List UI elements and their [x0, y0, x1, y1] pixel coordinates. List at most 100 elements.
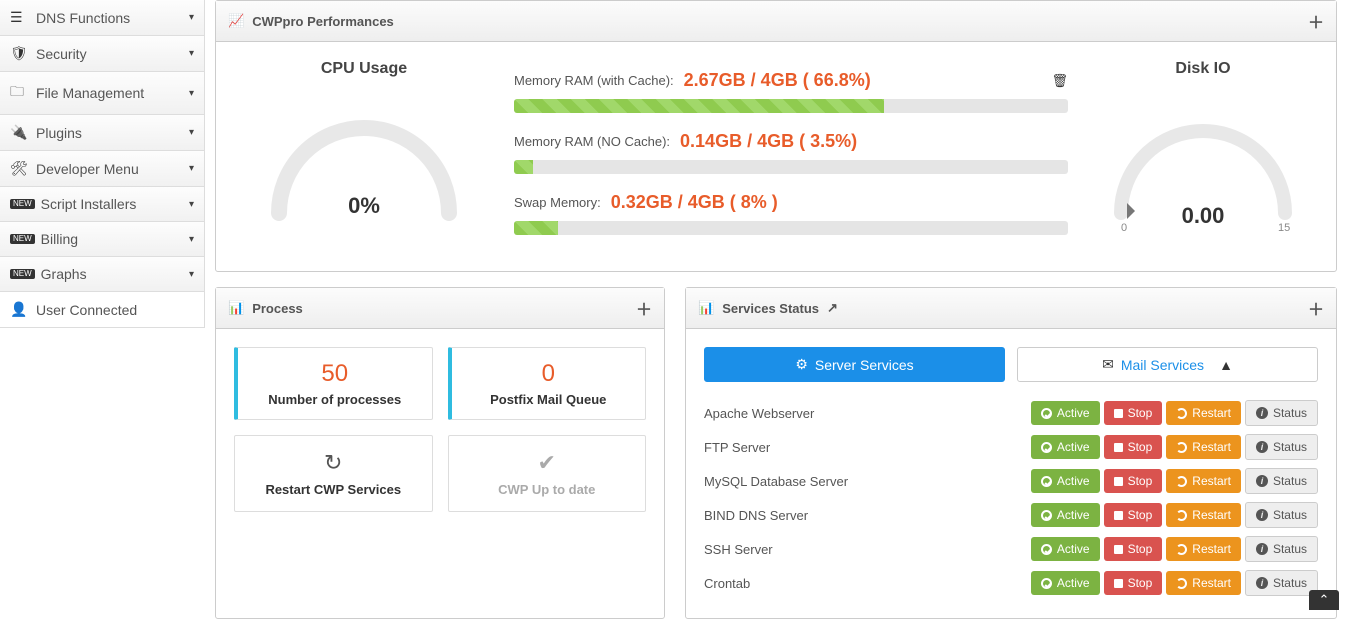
sidebar-item-billing[interactable]: NEWBilling▾ [0, 222, 205, 257]
info-icon: i [1256, 407, 1268, 419]
action-label: CWP Up to date [449, 482, 646, 497]
restart-button[interactable]: Restart [1166, 503, 1241, 527]
panel-head-performances: 📈 CWPpro Performances ＋ [216, 1, 1336, 42]
restart-button[interactable]: Restart [1166, 469, 1241, 493]
active-button[interactable]: Active [1031, 435, 1100, 459]
disk-min: 0 [1121, 222, 1127, 233]
stat-num: 50 [238, 360, 432, 388]
info-icon: i [1256, 509, 1268, 521]
shield-icon: 🛡 [10, 45, 28, 62]
active-button[interactable]: Active [1031, 401, 1100, 425]
service-name: BIND DNS Server [704, 508, 1027, 523]
sidebar-item-label: DNS Functions [36, 10, 130, 26]
sidebar: ☰DNS Functions▾ 🛡Security▾ 🗀File Managem… [0, 0, 205, 328]
status-button[interactable]: iStatus [1245, 570, 1318, 596]
external-link-icon[interactable]: ↗ [827, 300, 838, 316]
stat-processes[interactable]: 50 Number of processes [234, 347, 433, 420]
panel-head-services: 📊 Services Status ↗ ＋ [686, 288, 1336, 329]
tab-mail-services[interactable]: ✉ Mail Services ▲ [1017, 347, 1318, 382]
user-icon: 👤 [10, 301, 28, 318]
active-button[interactable]: Active [1031, 537, 1100, 561]
restart-button[interactable]: Restart [1166, 435, 1241, 459]
chart-line-icon: 📈 [228, 13, 244, 29]
sidebar-item-label: Developer Menu [36, 161, 139, 177]
status-button[interactable]: iStatus [1245, 400, 1318, 426]
panel-title: Services Status [722, 301, 819, 316]
active-button[interactable]: Active [1031, 469, 1100, 493]
disk-title: Disk IO [1088, 60, 1318, 78]
sidebar-item-file-management[interactable]: 🗀File Management▾ [0, 72, 205, 115]
panel-title: Process [252, 301, 303, 316]
sidebar-item-label: File Management [36, 85, 144, 101]
sidebar-item-label: Security [36, 46, 87, 62]
stop-icon [1114, 579, 1123, 588]
sidebar-item-security[interactable]: 🛡Security▾ [0, 36, 205, 72]
action-restart-cwp[interactable]: ↻ Restart CWP Services [234, 435, 433, 512]
caret-icon: ▾ [189, 88, 194, 99]
active-button[interactable]: Active [1031, 503, 1100, 527]
panel-head-process: 📊 Process ＋ [216, 288, 664, 329]
refresh-icon [1176, 408, 1187, 419]
service-name: MySQL Database Server [704, 474, 1027, 489]
mem-cache-bar [514, 99, 1068, 113]
check-circle-icon [1041, 408, 1052, 419]
check-icon: ✔ [449, 450, 646, 476]
status-button[interactable]: iStatus [1245, 468, 1318, 494]
stop-button[interactable]: Stop [1104, 401, 1163, 425]
new-badge-icon: NEW [10, 199, 35, 209]
swap-bar [514, 221, 1068, 235]
sidebar-item-script-installers[interactable]: NEWScript Installers▾ [0, 187, 205, 222]
sidebar-item-graphs[interactable]: NEW Graphs ▾ [0, 257, 205, 292]
service-name: Crontab [704, 576, 1027, 591]
expand-icon[interactable]: ＋ [636, 296, 652, 320]
stop-icon [1114, 409, 1123, 418]
status-button[interactable]: iStatus [1245, 536, 1318, 562]
status-button[interactable]: iStatus [1245, 502, 1318, 528]
caret-icon: ▾ [189, 269, 194, 280]
sidebar-item-label: Plugins [36, 125, 82, 141]
stop-icon [1114, 545, 1123, 554]
mem-cache-bar-fill [514, 99, 884, 113]
sidebar-item-user-connected[interactable]: 👤User Connected [0, 292, 205, 328]
main-content: 📈 CWPpro Performances ＋ CPU Usage 0% Mem… [215, 0, 1337, 634]
swap-label: Swap Memory: [514, 195, 601, 210]
service-row: FTP ServerActiveStopRestartiStatus [704, 430, 1318, 464]
check-circle-icon [1041, 476, 1052, 487]
service-row: BIND DNS Server ActiveStopRestartiStatus [704, 498, 1318, 532]
panel-process: 📊 Process ＋ 50 Number of processes 0 Pos… [215, 287, 665, 619]
sidebar-item-dns[interactable]: ☰DNS Functions▾ [0, 0, 205, 36]
stat-mail-queue[interactable]: 0 Postfix Mail Queue [448, 347, 647, 420]
restart-button[interactable]: Restart [1166, 571, 1241, 595]
sidebar-item-plugins[interactable]: 🔌Plugins▾ [0, 115, 205, 151]
refresh-icon [1176, 578, 1187, 589]
expand-icon[interactable]: ＋ [1308, 296, 1324, 320]
expand-icon[interactable]: ＋ [1308, 9, 1324, 33]
new-badge-icon: NEW [10, 269, 35, 279]
info-icon: i [1256, 543, 1268, 555]
stop-button[interactable]: Stop [1104, 537, 1163, 561]
sidebar-item-developer-menu[interactable]: 🛠Developer Menu▾ [0, 151, 205, 187]
trash-icon[interactable]: 🗑 [1051, 73, 1068, 89]
stat-num: 0 [452, 360, 646, 388]
stop-button[interactable]: Stop [1104, 435, 1163, 459]
sidebar-item-label: Graphs [41, 266, 87, 282]
wrench-icon: 🛠 [10, 160, 28, 177]
active-button[interactable]: Active [1031, 571, 1100, 595]
swap-bar-fill [514, 221, 558, 235]
envelope-icon: ✉ [1102, 356, 1114, 373]
tab-server-services[interactable]: ⚙ Server Services [704, 347, 1005, 382]
back-to-top-button[interactable]: ⌃ [1309, 590, 1339, 610]
stop-button[interactable]: Stop [1104, 469, 1163, 493]
info-icon: i [1256, 475, 1268, 487]
stop-button[interactable]: Stop [1104, 571, 1163, 595]
restart-button[interactable]: Restart [1166, 401, 1241, 425]
caret-icon: ▾ [189, 234, 194, 245]
restart-button[interactable]: Restart [1166, 537, 1241, 561]
action-up-to-date: ✔ CWP Up to date [448, 435, 647, 512]
service-name: Apache Webserver [704, 406, 1027, 421]
caret-icon: ▾ [189, 12, 194, 23]
disk-gauge: Disk IO 0 15 0.00 [1088, 60, 1318, 253]
stop-button[interactable]: Stop [1104, 503, 1163, 527]
sidebar-item-label: Billing [41, 231, 78, 247]
status-button[interactable]: iStatus [1245, 434, 1318, 460]
